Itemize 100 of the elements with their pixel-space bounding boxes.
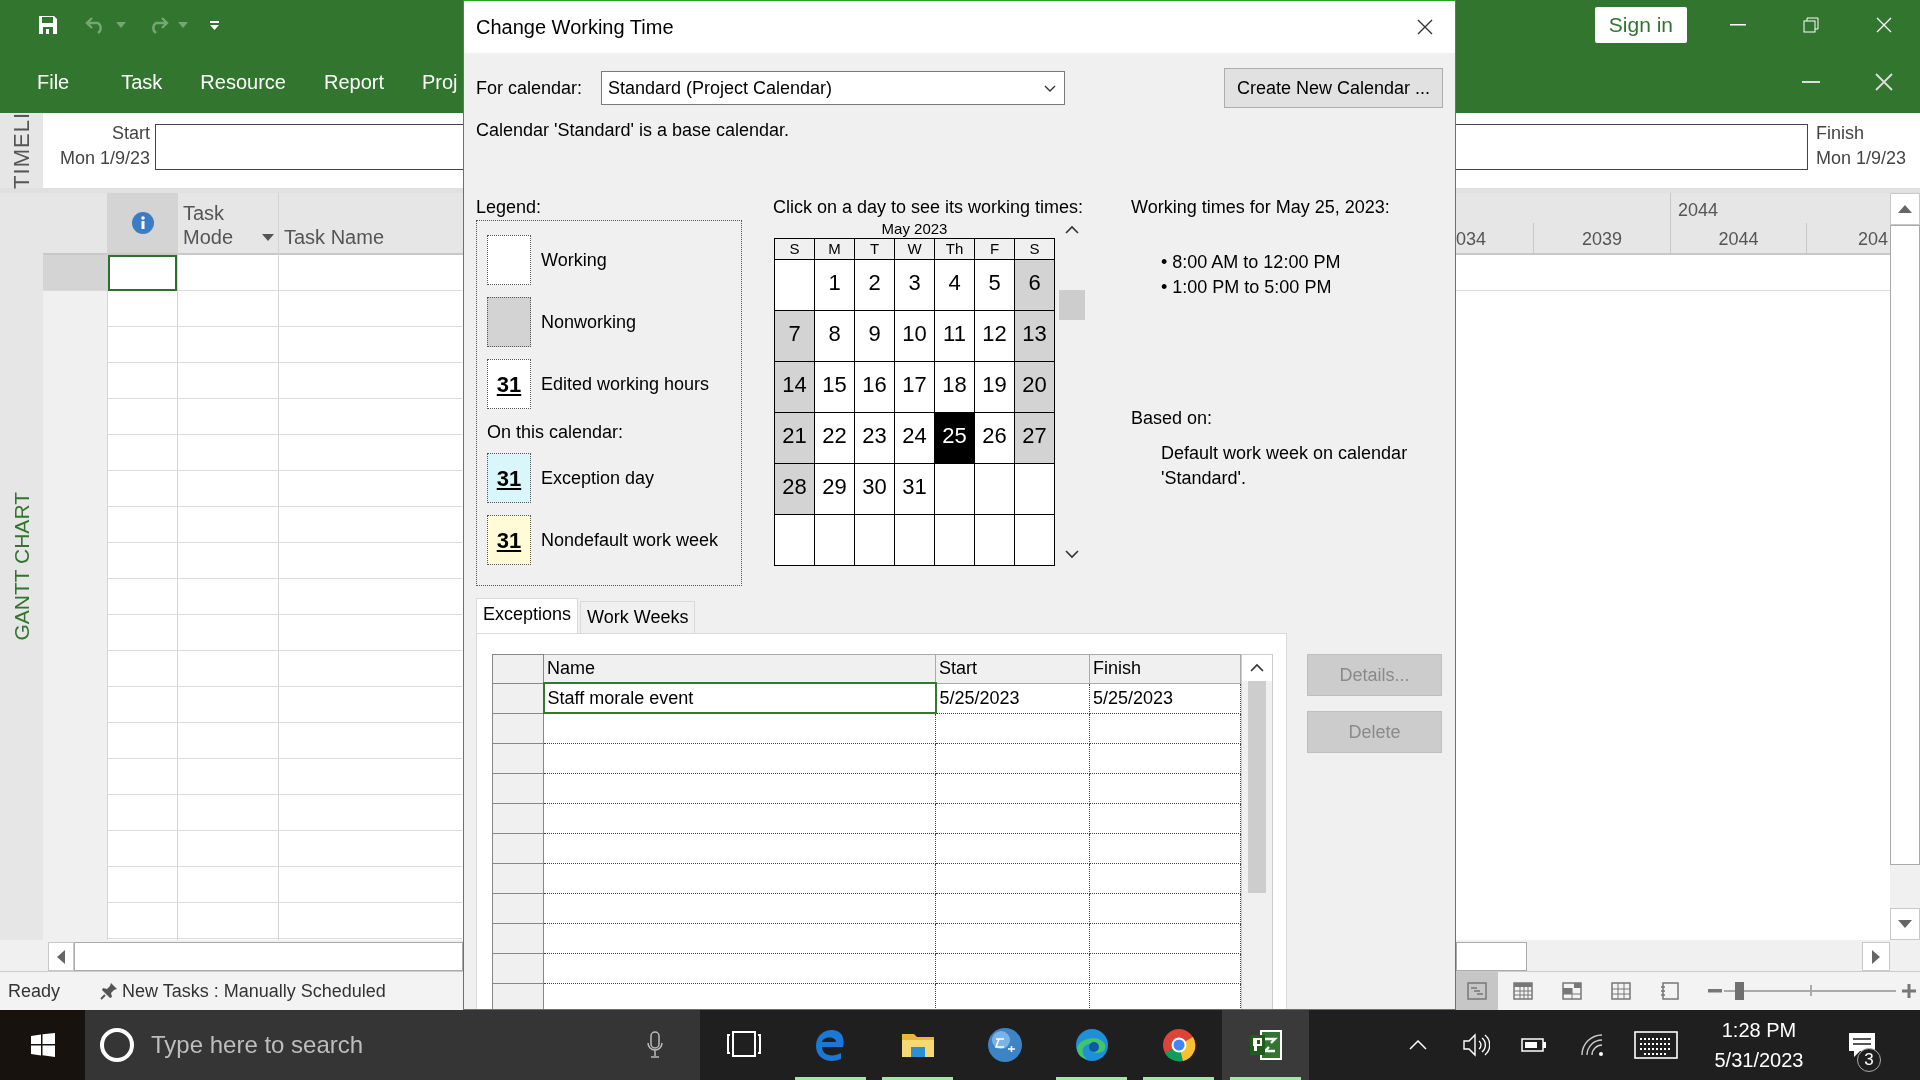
calendar-day[interactable]: 10 [895, 311, 934, 361]
chevron-down-icon[interactable] [1044, 84, 1056, 92]
row-header[interactable] [492, 833, 544, 863]
table-cell[interactable]: 5/25/2023 [1089, 683, 1241, 713]
dialog-tab[interactable]: Exceptions [476, 598, 579, 634]
column-header[interactable]: Task Name [284, 226, 385, 248]
table-cell[interactable] [935, 923, 1090, 953]
create-calendar-button[interactable]: Create New Calendar ... [1223, 68, 1443, 108]
table-cell[interactable] [935, 803, 1090, 833]
calendar-day[interactable]: 14 [775, 362, 814, 412]
table-cell[interactable] [543, 863, 936, 893]
view-button[interactable] [1456, 972, 1498, 1010]
calendar-day[interactable]: 20 [1015, 362, 1054, 412]
scroll-thumb[interactable] [1248, 681, 1266, 893]
table-cell[interactable] [543, 893, 936, 923]
microphone-icon[interactable] [646, 1031, 664, 1059]
calendar-day[interactable]: 5 [975, 260, 1014, 310]
status-text[interactable]: New Tasks : Manually Scheduled [122, 977, 386, 1005]
table-cell[interactable] [935, 953, 1090, 983]
ribbon-tab[interactable]: Resource [181, 66, 305, 97]
calendar-day[interactable]: 13 [1015, 311, 1054, 361]
team-planner-icon[interactable] [1561, 982, 1582, 1000]
filter-caret-icon[interactable] [262, 234, 274, 241]
scroll-down-button[interactable] [1890, 908, 1920, 940]
calendar-day[interactable]: 8 [815, 311, 854, 361]
calendar-day[interactable]: 24 [895, 413, 934, 463]
calendar-day[interactable]: 9 [855, 311, 894, 361]
scroll-thumb[interactable] [1890, 225, 1920, 865]
scroll-left-button[interactable] [48, 942, 74, 971]
circle-icon[interactable] [99, 1027, 135, 1063]
calendar-day[interactable]: 21 [775, 413, 814, 463]
selected-cell[interactable] [108, 255, 177, 291]
scroll-down-icon[interactable] [1064, 548, 1080, 560]
search-field[interactable]: Type here to search [85, 1010, 700, 1080]
zoom-slider[interactable] [1724, 980, 1896, 1002]
table-cell[interactable] [1089, 773, 1241, 803]
zoom-out-icon[interactable] [1708, 989, 1722, 993]
row-header[interactable] [492, 923, 544, 953]
start-button[interactable] [0, 1010, 85, 1080]
table-cell[interactable] [935, 833, 1090, 863]
calendar-day[interactable]: 30 [855, 464, 894, 514]
close-icon[interactable] [1417, 19, 1433, 35]
table-cell[interactable] [1089, 803, 1241, 833]
battery-icon[interactable] [1521, 1037, 1547, 1053]
table-cell[interactable] [543, 773, 936, 803]
scroll-right-button[interactable] [1862, 942, 1890, 971]
row-header[interactable] [492, 803, 544, 833]
clock[interactable]: 1:28 PM 5/31/2023 [1691, 1015, 1827, 1075]
scroll-thumb[interactable] [74, 942, 463, 971]
restore-icon[interactable] [1802, 17, 1819, 33]
column-header[interactable]: Task Mode [178, 193, 278, 255]
table-cell[interactable] [1089, 863, 1241, 893]
ribbon-tab[interactable]: Proj [403, 66, 477, 97]
row-header[interactable] [492, 743, 544, 773]
ribbon-tab[interactable]: Report [304, 66, 403, 97]
calendar-day[interactable]: 26 [975, 413, 1014, 463]
table-cell[interactable] [543, 953, 936, 983]
ribbon-tab[interactable]: File [18, 66, 103, 97]
keyboard-icon[interactable] [1634, 1031, 1678, 1059]
grid-view-icon[interactable] [1610, 982, 1631, 1000]
gantt-view-icon[interactable] [1467, 982, 1487, 1000]
caret-icon[interactable] [178, 22, 188, 28]
row-header[interactable] [492, 713, 544, 743]
calendar-day[interactable]: 1 [815, 260, 854, 310]
minimize-icon[interactable] [1729, 24, 1746, 26]
table-cell[interactable] [935, 743, 1090, 773]
table-cell[interactable] [935, 863, 1090, 893]
dialog-tab[interactable]: Work Weeks [580, 601, 696, 634]
table-cell[interactable] [1089, 713, 1241, 743]
calendar-day[interactable]: 23 [855, 413, 894, 463]
calendar-day[interactable]: 22 [815, 413, 854, 463]
table-cell[interactable] [1089, 893, 1241, 923]
volume-icon[interactable] [1462, 1033, 1490, 1057]
calendar-day[interactable]: 3 [895, 260, 934, 310]
minimize-icon[interactable] [1801, 80, 1820, 83]
table-cell[interactable] [1089, 743, 1241, 773]
table-cell[interactable]: 5/25/2023 [935, 683, 1090, 713]
save-icon[interactable] [38, 15, 58, 35]
column-header[interactable]: Start [935, 654, 1090, 683]
table-cell[interactable] [1089, 923, 1241, 953]
calendar-day[interactable]: 18 [935, 362, 974, 412]
table-cell[interactable] [543, 923, 936, 953]
scroll-up-button[interactable] [1890, 193, 1920, 225]
calendar-day[interactable]: 12 [975, 311, 1014, 361]
caret-icon[interactable] [116, 22, 126, 28]
table-cell[interactable] [935, 713, 1090, 743]
row-header[interactable] [492, 683, 544, 713]
select-all-corner[interactable] [492, 654, 544, 683]
calendar-day[interactable]: 16 [855, 362, 894, 412]
column-header[interactable] [108, 193, 177, 255]
calendar-dropdown[interactable]: Standard (Project Calendar) [601, 71, 1065, 105]
windows-logo-icon[interactable] [30, 1033, 55, 1057]
notebook-icon[interactable] [1659, 982, 1680, 1000]
table-cell[interactable] [543, 803, 936, 833]
table-cell[interactable]: Staff morale event [543, 683, 936, 713]
table-cell[interactable] [935, 773, 1090, 803]
table-cell[interactable] [543, 743, 936, 773]
column-header[interactable]: Name [543, 654, 936, 683]
table-cell[interactable] [1089, 953, 1241, 983]
row-header[interactable] [492, 773, 544, 803]
